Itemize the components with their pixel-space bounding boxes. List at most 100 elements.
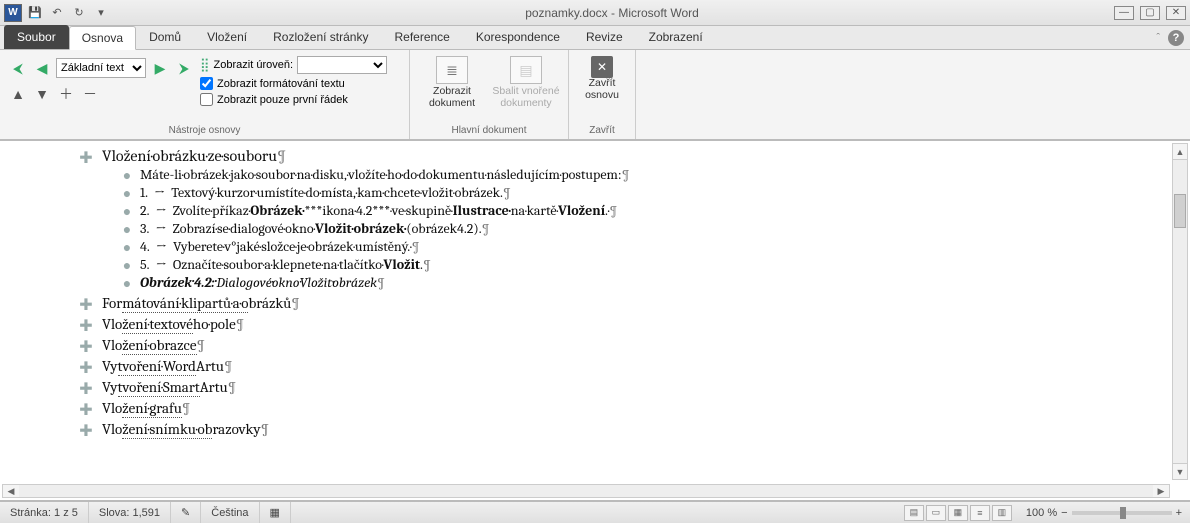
tab-file[interactable]: Soubor xyxy=(4,25,69,49)
save-icon[interactable]: 💾 xyxy=(26,4,44,22)
tab-outline[interactable]: Osnova xyxy=(69,26,136,50)
heading-level2[interactable]: ✚Formátování·klipartů·a·obrázků¶ xyxy=(78,294,1168,313)
heading-level2[interactable]: ✚Vložení·snímku·obrazovky¶ xyxy=(78,420,1168,439)
zoom-value[interactable]: 100 % xyxy=(1026,507,1057,519)
show-level-select[interactable] xyxy=(297,56,387,74)
heading-level2[interactable]: ✚Vložení·textového·pole¶ xyxy=(78,315,1168,334)
expand-collapse-icon[interactable]: ✚ xyxy=(78,148,94,167)
group-label-outline-tools: Nástroje osnovy xyxy=(8,123,401,139)
heading-text: Vložení·grafu¶ xyxy=(102,399,191,417)
tab-page-layout[interactable]: Rozložení stránky xyxy=(260,25,381,49)
group-close: ✕ Zavřít osnovu Zavřít xyxy=(569,50,636,139)
view-print-layout-icon[interactable]: ▤ xyxy=(904,505,924,521)
word-app-icon[interactable]: W xyxy=(4,4,22,22)
tab-mailings[interactable]: Korespondence xyxy=(463,25,573,49)
body-text-content: Máte-li·obrázek·jako·soubor·na·disku,·vl… xyxy=(140,166,622,183)
tab-review[interactable]: Revize xyxy=(573,25,636,49)
tab-home[interactable]: Domů xyxy=(136,25,194,49)
maximize-button[interactable]: ▢ xyxy=(1140,6,1160,20)
document-scroll[interactable]: ✚ Vložení·obrázku·ze·souboru¶ ● Máte-li·… xyxy=(10,141,1168,482)
promote-icon[interactable]: ◀ xyxy=(32,58,52,78)
view-web-icon[interactable]: ▦ xyxy=(948,505,968,521)
move-up-icon[interactable]: ▲ xyxy=(8,84,28,104)
body-text[interactable]: ● Máte-li·obrázek·jako·soubor·na·disku,·… xyxy=(78,166,1168,184)
heading-level2[interactable]: ✚Vytvoření·SmartArtu¶ xyxy=(78,378,1168,397)
t: Vyberete·v°jaké·složce·je·obrázek·umístě… xyxy=(173,238,412,255)
expand-collapse-icon[interactable]: ✚ xyxy=(78,400,94,419)
show-first-line-input[interactable] xyxy=(200,93,213,106)
minimize-button[interactable]: ― xyxy=(1114,6,1134,20)
heading-text: Vložení·obrázku·ze·souboru xyxy=(102,147,277,165)
tab-insert[interactable]: Vložení xyxy=(194,25,260,49)
body-bullet-icon: ● xyxy=(122,275,132,293)
heading-text: Vložení·obrazce¶ xyxy=(102,336,205,354)
expand-collapse-icon[interactable]: ✚ xyxy=(78,358,94,377)
tab-view[interactable]: Zobrazení xyxy=(636,25,716,49)
list-item[interactable]: ● 2. → Zvolíte·příkaz·Obrázek·***ikona·4… xyxy=(78,202,1168,220)
scroll-down-icon[interactable]: ▼ xyxy=(1173,463,1187,479)
zoom-slider[interactable] xyxy=(1072,511,1172,515)
expand-collapse-icon[interactable]: ✚ xyxy=(78,421,94,440)
body-bullet-icon: ● xyxy=(122,167,132,185)
qat-dropdown-icon[interactable]: ▾ xyxy=(92,4,110,22)
collapse-subdocs-button: ▤ Sbalit vnořené dokumenty xyxy=(492,54,560,109)
group-outline-tools: ⮜ ◀ Základní text ▶ ⮞ ▲ ▼ ＋ － ⣿ xyxy=(0,50,410,139)
collapse-icon[interactable]: － xyxy=(80,84,100,104)
zoom-in-icon[interactable]: + xyxy=(1176,507,1182,519)
zoom-out-icon[interactable]: − xyxy=(1061,507,1067,519)
heading-level2[interactable]: ✚ Vložení·obrazce¶ xyxy=(78,336,1168,355)
view-outline-icon[interactable]: ≡ xyxy=(970,505,990,521)
status-proofing-icon[interactable]: ✎ xyxy=(171,502,201,523)
vertical-scrollbar[interactable]: ▲ ▼ xyxy=(1172,143,1188,480)
help-icon[interactable]: ? xyxy=(1168,30,1184,46)
tab-references[interactable]: Reference xyxy=(381,25,462,49)
heading-text: Vytvoření·WordArtu¶ xyxy=(102,357,233,375)
group-label-close: Zavřít xyxy=(577,123,627,139)
status-page[interactable]: Stránka: 1 z 5 xyxy=(0,502,89,523)
move-down-icon[interactable]: ▼ xyxy=(32,84,52,104)
body-bullet-icon: ● xyxy=(122,203,132,221)
promote-to-heading1-icon[interactable]: ⮜ xyxy=(8,58,28,78)
caption[interactable]: ● Obrázek·4.2:·Dialogové·okno·Vložit·obr… xyxy=(78,274,1168,292)
horizontal-scrollbar[interactable]: ◀ ▶ xyxy=(2,484,1170,498)
scroll-left-icon[interactable]: ◀ xyxy=(3,485,19,497)
view-draft-icon[interactable]: ▥ xyxy=(992,505,1012,521)
status-language[interactable]: Čeština xyxy=(201,502,259,523)
scroll-right-icon[interactable]: ▶ xyxy=(1153,485,1169,497)
ribbon-minimize-icon[interactable]: ˆ xyxy=(1156,32,1160,44)
list-item[interactable]: ● 4. → Vyberete·v°jaké·složce·je·obrázek… xyxy=(78,238,1168,256)
demote-to-body-icon[interactable]: ⮞ xyxy=(174,58,194,78)
scroll-thumb[interactable] xyxy=(1174,194,1186,228)
show-document-button[interactable]: ≣ Zobrazit dokument xyxy=(418,54,486,109)
status-insert-mode-icon[interactable]: ▦ xyxy=(260,502,291,523)
scroll-up-icon[interactable]: ▲ xyxy=(1173,144,1187,160)
expand-collapse-icon[interactable]: ✚ xyxy=(78,295,94,314)
group-master-document: ≣ Zobrazit dokument ▤ Sbalit vnořené dok… xyxy=(410,50,569,139)
title-bar: W 💾 ↶ ↻ ▾ poznamky.docx - Microsoft Word… xyxy=(0,0,1190,26)
list-item[interactable]: ● 1. → Textový·kurzor·umístíte·do·místa,… xyxy=(78,184,1168,202)
show-formatting-input[interactable] xyxy=(200,77,213,90)
show-formatting-label: Zobrazit formátování textu xyxy=(217,78,345,90)
close-outline-button[interactable]: ✕ Zavřít osnovu xyxy=(577,54,627,101)
demote-icon[interactable]: ▶ xyxy=(150,58,170,78)
zoom-control: 100 % − + xyxy=(1018,507,1190,519)
hscroll-track[interactable] xyxy=(19,485,1153,497)
zoom-slider-knob[interactable] xyxy=(1120,507,1126,519)
heading-level2[interactable]: ✚ Vytvoření·WordArtu¶ xyxy=(78,357,1168,376)
redo-icon[interactable]: ↻ xyxy=(70,4,88,22)
show-first-line-checkbox[interactable]: Zobrazit pouze první řádek xyxy=(200,93,387,106)
status-words[interactable]: Slova: 1,591 xyxy=(89,502,171,523)
list-item[interactable]: ● 5. → Označíte·soubor·a·klepnete·na·tla… xyxy=(78,256,1168,274)
expand-collapse-icon[interactable]: ✚ xyxy=(78,379,94,398)
expand-icon[interactable]: ＋ xyxy=(56,84,76,104)
list-item[interactable]: ● 3. → Zobrazí·se·dialogové·okno·Vložit·… xyxy=(78,220,1168,238)
undo-icon[interactable]: ↶ xyxy=(48,4,66,22)
close-window-button[interactable]: ✕ xyxy=(1166,6,1186,20)
show-formatting-checkbox[interactable]: Zobrazit formátování textu xyxy=(200,77,387,90)
heading-level2[interactable]: ✚ Vložení·grafu¶ xyxy=(78,399,1168,418)
expand-collapse-icon[interactable]: ✚ xyxy=(78,337,94,356)
outline-level-select[interactable]: Základní text xyxy=(56,58,146,78)
heading-level1[interactable]: ✚ Vložení·obrázku·ze·souboru¶ xyxy=(78,147,1168,166)
expand-collapse-icon[interactable]: ✚ xyxy=(78,316,94,335)
view-fullscreen-icon[interactable]: ▭ xyxy=(926,505,946,521)
